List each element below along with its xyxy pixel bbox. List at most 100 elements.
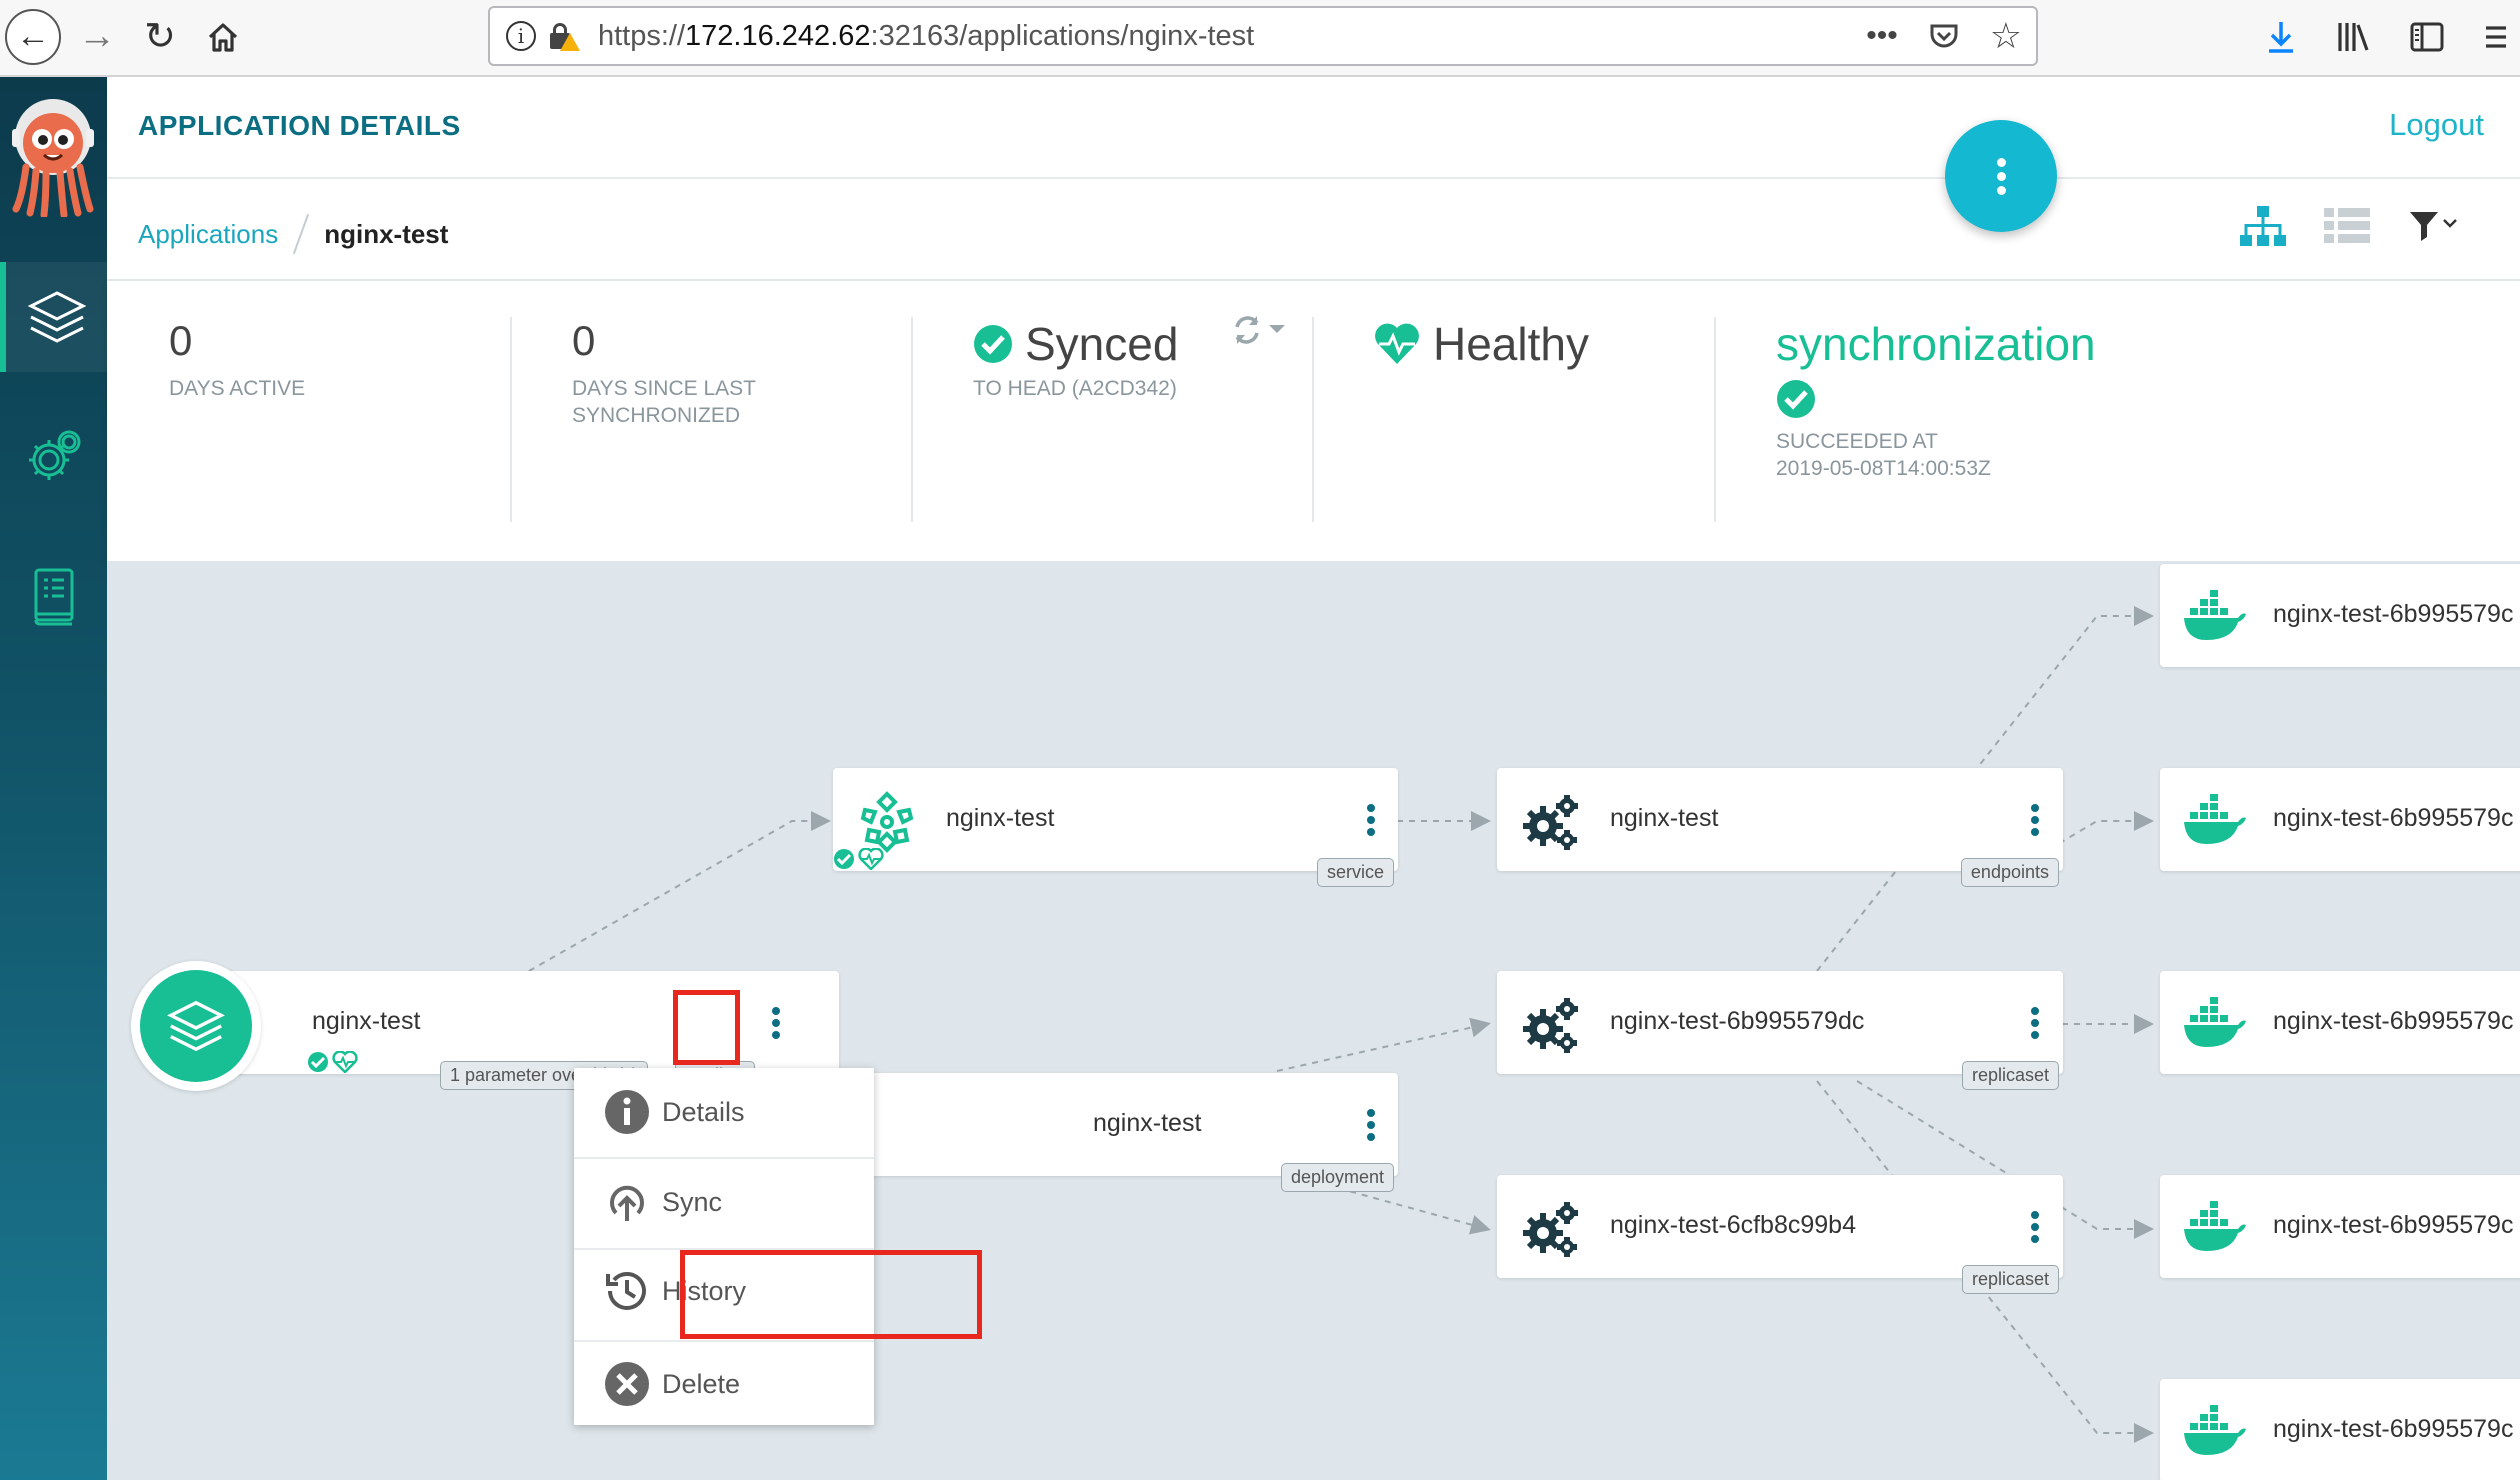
resource-context-menu: Details Sync History Delete	[574, 1068, 874, 1425]
deployment-kind-tag: deployment	[1280, 1163, 1394, 1192]
breadcrumb-applications-link[interactable]: Applications	[138, 219, 278, 250]
sync-status-value: Synced	[1025, 318, 1179, 370]
replicaset-kebab-button[interactable]	[2025, 1003, 2045, 1043]
stat-divider	[1714, 317, 1716, 522]
pod-name: nginx-test-6b995579c	[2273, 1007, 2514, 1035]
docker-icon	[2184, 1201, 2246, 1251]
docker-icon	[2184, 590, 2246, 640]
stat-divider	[1312, 317, 1314, 522]
url-text[interactable]: https://172.16.242.62:32163/applications…	[598, 20, 1254, 53]
url-bar[interactable]: i https://172.16.242.62:32163/applicatio…	[488, 6, 2038, 66]
back-button[interactable]: ←	[4, 0, 62, 73]
history-icon	[606, 1272, 646, 1310]
root-app-name: nginx-test	[312, 1007, 421, 1035]
home-button[interactable]	[198, 0, 248, 73]
gear-icon	[28, 430, 80, 480]
pod-name: nginx-test-6b995579c	[2273, 1415, 2514, 1443]
tree-view-icon[interactable]	[2238, 204, 2288, 248]
root-app-kebab-button[interactable]	[766, 1003, 786, 1043]
service-name: nginx-test	[946, 804, 1055, 832]
browser-toolbar: ← → ↻ i https://172.16.242.62:32163/appl…	[0, 0, 2520, 77]
pod-name: nginx-test-6b995579c	[2273, 1211, 2514, 1239]
status-panel: 0 DAYS ACTIVE 0 DAYS SINCE LAST SYNCHRON…	[107, 281, 2520, 561]
logout-link[interactable]: Logout	[2389, 107, 2484, 143]
pod-node[interactable]: nginx-test-6b995579c	[2160, 971, 2520, 1074]
replicaset-name: nginx-test-6cfb8c99b4	[1610, 1211, 1856, 1239]
sidebar-icon[interactable]	[2410, 22, 2444, 52]
gears-icon	[1523, 998, 1578, 1053]
menu-item-history-label: History	[662, 1275, 747, 1306]
back-icon: ←	[5, 8, 61, 65]
book-icon	[34, 568, 73, 626]
menu-item-sync[interactable]: Sync	[574, 1161, 874, 1243]
days-active-stat: 0 DAYS ACTIVE	[169, 317, 305, 522]
insecure-lock-icon[interactable]	[548, 21, 580, 51]
days-since-sync-label: DAYS SINCE LAST SYNCHRONIZED	[572, 377, 756, 427]
menu-item-history[interactable]: History	[574, 1250, 874, 1332]
menu-item-delete[interactable]: Delete	[574, 1343, 874, 1425]
info-circle-icon	[605, 1090, 649, 1134]
list-view-icon[interactable]	[2322, 206, 2372, 246]
page-actions-button[interactable]: •••	[1866, 19, 1898, 53]
layers-icon	[27, 291, 86, 343]
gears-icon	[1523, 795, 1578, 850]
refresh-dropdown-icon[interactable]	[1229, 311, 1293, 351]
layers-icon	[167, 1000, 225, 1052]
sidebar	[0, 77, 107, 1480]
sync-status-label: TO HEAD (A2CD342)	[973, 377, 1177, 400]
replicaset-kind-tag: replicaset	[1961, 1061, 2059, 1090]
days-since-sync-value: 0	[572, 317, 596, 364]
home-icon	[208, 22, 238, 52]
operation-succeeded-icon	[1777, 380, 1815, 418]
reload-icon: ↻	[144, 16, 176, 58]
pod-node[interactable]: nginx-test-6b995579c	[2160, 1379, 2520, 1480]
endpoints-kebab-button[interactable]	[2025, 800, 2045, 840]
breadcrumb-bar: Applications nginx-test	[107, 179, 2520, 281]
service-kind-tag: service	[1316, 858, 1394, 887]
breadcrumb: Applications nginx-test	[138, 213, 448, 255]
health-status-value: Healthy	[1433, 318, 1589, 370]
info-icon[interactable]: i	[506, 21, 536, 51]
bookmark-star-icon[interactable]: ☆	[1990, 15, 2022, 57]
docker-icon	[2184, 1405, 2246, 1455]
pod-node[interactable]: nginx-test-6b995579c	[2160, 768, 2520, 871]
breadcrumb-separator	[293, 213, 310, 255]
replicaset-kind-tag: replicaset	[1961, 1265, 2059, 1294]
docker-icon	[2184, 794, 2246, 844]
pocket-icon[interactable]	[1928, 20, 1960, 52]
replicaset-node[interactable]: nginx-test-6b995579dc replicaset	[1497, 971, 2063, 1090]
deployment-kebab-button[interactable]	[1361, 1105, 1381, 1145]
replicaset-node[interactable]: nginx-test-6cfb8c99b4 replicaset	[1497, 1175, 2063, 1294]
deployment-name: nginx-test	[1093, 1109, 1202, 1137]
forward-button[interactable]: →	[72, 0, 122, 73]
forward-icon: →	[78, 15, 116, 57]
pod-node[interactable]: nginx-test-6b995579c	[2160, 1175, 2520, 1278]
heart-health-icon	[1375, 323, 1419, 364]
operation-timestamp: 2019-05-08T14:00:53Z	[1776, 457, 1991, 480]
app-actions-fab[interactable]	[1945, 120, 2057, 232]
pod-name: nginx-test-6b995579c	[2273, 600, 2514, 628]
sidebar-item-applications[interactable]	[0, 262, 107, 372]
download-icon[interactable]	[2266, 20, 2296, 54]
sidebar-item-docs[interactable]	[0, 542, 107, 652]
argo-logo	[12, 99, 94, 217]
operation-label: SUCCEEDED AT	[1776, 430, 1938, 453]
service-node[interactable]: nginx-test service	[833, 768, 1398, 887]
deployment-node[interactable]: nginx-test deployment	[833, 1073, 1398, 1192]
days-active-value: 0	[169, 317, 193, 364]
root-app-node[interactable]: nginx-test 1 parameter override(s) appli…	[167, 971, 839, 1090]
menu-icon[interactable]	[2484, 23, 2506, 51]
sidebar-item-settings[interactable]	[0, 402, 107, 512]
library-icon[interactable]	[2336, 21, 2370, 53]
filter-dropdown-icon[interactable]	[2406, 206, 2460, 246]
replicaset-name: nginx-test-6b995579dc	[1610, 1007, 1865, 1035]
menu-item-details[interactable]: Details	[574, 1071, 874, 1153]
reload-button[interactable]: ↻	[135, 0, 185, 73]
heart-health-icon	[332, 1051, 358, 1073]
menu-divider	[574, 1157, 874, 1159]
pod-node[interactable]: nginx-test-6b995579c	[2160, 564, 2520, 667]
replicaset-kebab-button[interactable]	[2025, 1207, 2045, 1247]
endpoints-node[interactable]: nginx-test endpoints	[1497, 768, 2063, 887]
synced-check-icon	[308, 1052, 328, 1072]
service-kebab-button[interactable]	[1361, 800, 1381, 840]
